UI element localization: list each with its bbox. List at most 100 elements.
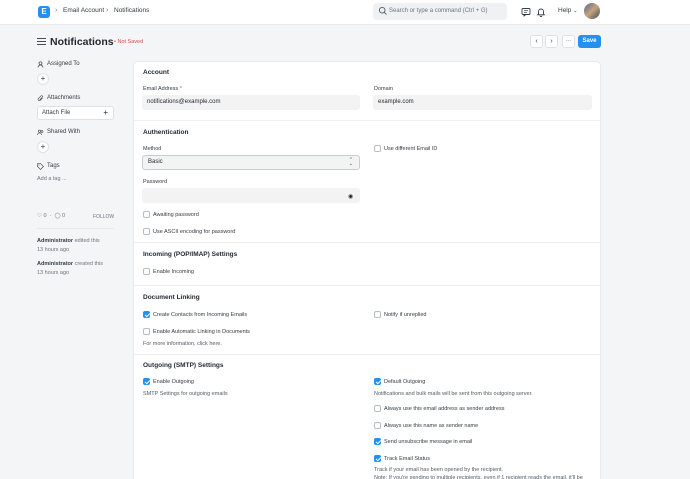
chevron-right-icon: ›	[106, 7, 109, 14]
section-divider	[134, 242, 600, 243]
enable-outgoing-checkbox[interactable]	[143, 378, 150, 385]
add-assignee-button[interactable]: +	[37, 73, 49, 85]
password-field[interactable]	[142, 188, 360, 203]
activity-item: Administrator created this 13 hours ago	[37, 260, 117, 277]
always-email-sender-label: Always use this email address as sender …	[384, 406, 505, 412]
section-divider	[134, 120, 600, 121]
ascii-encoding-checkbox[interactable]	[143, 228, 150, 235]
app-logo[interactable]: E	[38, 6, 50, 18]
chevron-right-icon: ›	[55, 7, 58, 14]
previous-doc-button[interactable]: ‹	[530, 35, 543, 48]
add-share-button[interactable]: +	[37, 141, 49, 153]
create-contacts-checkbox[interactable]	[143, 311, 150, 318]
eye-icon[interactable]: ◉	[348, 193, 353, 200]
domain-value: example.com	[378, 99, 414, 105]
auto-linking-checkbox[interactable]	[143, 328, 150, 335]
domain-field[interactable]: example.com	[373, 95, 592, 110]
chat-icon[interactable]	[520, 6, 532, 18]
enable-incoming-checkbox[interactable]	[143, 268, 150, 275]
search-bar[interactable]: Search or type a command (Ctrl + G)	[373, 3, 507, 20]
heart-icon[interactable]: ♡	[37, 213, 42, 219]
attach-file-label: Attach File	[42, 110, 71, 116]
users-icon	[37, 129, 44, 136]
activity-user[interactable]: Administrator	[37, 261, 73, 267]
email-address-label: Email Address *	[143, 86, 182, 92]
track-email-description: Track if your email has been opened by t…	[374, 467, 504, 473]
always-name-sender-checkbox[interactable]	[374, 422, 381, 429]
bell-icon[interactable]	[535, 6, 547, 18]
chevron-down-icon: ⌄	[573, 8, 578, 14]
doc-stats: ♡ 0 · ◯ 0	[37, 213, 66, 219]
notify-unreplied-label: Notify if unreplied	[384, 312, 427, 318]
activity-time: 13 hours ago	[37, 246, 70, 253]
default-outgoing-checkbox[interactable]	[374, 378, 381, 385]
email-address-value: notifications@example.com	[147, 99, 221, 105]
activity-user[interactable]: Administrator	[37, 238, 73, 244]
search-placeholder: Search or type a command (Ctrl + G)	[389, 8, 488, 14]
status-text: Not Saved	[117, 39, 144, 45]
password-label: Password	[143, 179, 168, 185]
paperclip-icon	[37, 95, 43, 102]
default-outgoing-description: Notifications and bulk mails will be sen…	[374, 391, 533, 397]
more-info-link[interactable]: For more information, click here.	[143, 341, 222, 347]
send-unsubscribe-checkbox[interactable]	[374, 438, 381, 445]
help-label: Help	[558, 7, 572, 14]
required-marker: *	[179, 86, 182, 92]
sidebar-toggle-icon[interactable]	[37, 38, 46, 45]
section-title-authentication: Authentication	[143, 129, 189, 136]
tag-icon	[37, 163, 44, 170]
comment-icon[interactable]: ◯	[54, 213, 60, 219]
always-email-sender-checkbox[interactable]	[374, 405, 381, 412]
follow-button[interactable]: FOLLOW	[93, 214, 114, 220]
top-navbar: E › Email Account › Notifications Search…	[0, 0, 690, 25]
track-email-status-label: Track Email Status	[384, 456, 430, 462]
form-card	[133, 61, 601, 479]
likes-count: 0	[43, 213, 47, 219]
more-actions-button[interactable]: ···	[562, 35, 575, 48]
awaiting-password-label: Awaiting password	[153, 212, 199, 218]
activity-action: edited this	[74, 238, 100, 244]
section-title-account: Account	[143, 69, 169, 76]
section-title-outgoing: Outgoing (SMTP) Settings	[143, 362, 224, 369]
method-value: Basic	[148, 159, 163, 165]
activity-item: Administrator edited this 13 hours ago	[37, 237, 117, 254]
status-badge: • Not Saved	[114, 39, 144, 45]
activity-time: 13 hours ago	[37, 269, 70, 276]
attach-file-button[interactable]: Attach File +	[37, 106, 114, 120]
select-arrows-icon: ⌃ ⌄	[348, 157, 353, 167]
comments-count: 0	[62, 213, 66, 219]
notify-unreplied-checkbox[interactable]	[374, 311, 381, 318]
use-different-email-label: Use different Email ID	[384, 146, 438, 152]
next-doc-button[interactable]: ›	[545, 35, 558, 48]
email-address-label-text: Email Address	[143, 86, 179, 92]
awaiting-password-checkbox[interactable]	[143, 211, 150, 218]
page-title: Notifications	[50, 36, 114, 48]
breadcrumb-notifications[interactable]: Notifications	[114, 7, 149, 14]
user-avatar[interactable]	[584, 3, 600, 19]
breadcrumb-email-account[interactable]: Email Account	[63, 7, 104, 14]
email-address-field[interactable]: notifications@example.com	[142, 95, 360, 110]
attachments-label: Attachments	[47, 95, 81, 101]
enable-incoming-label: Enable Incoming	[153, 269, 194, 275]
plus-icon: +	[103, 108, 108, 117]
track-email-status-checkbox[interactable]	[374, 455, 381, 462]
use-different-email-checkbox[interactable]	[374, 145, 381, 152]
save-button[interactable]: Save	[578, 35, 601, 48]
add-tag-link[interactable]: Add a tag ...	[37, 176, 67, 182]
method-select[interactable]: Basic ⌃ ⌄	[142, 155, 360, 170]
domain-label: Domain	[374, 86, 393, 92]
sidebar-divider	[37, 228, 114, 229]
auto-linking-label: Enable Automatic Linking in Documents	[153, 329, 250, 335]
help-menu[interactable]: Help ⌄	[558, 7, 577, 14]
section-title-document-linking: Document Linking	[143, 294, 200, 301]
search-icon	[378, 6, 387, 15]
always-name-sender-label: Always use this name as sender name	[384, 423, 479, 429]
method-label: Method	[143, 146, 162, 152]
tags-label: Tags	[47, 163, 60, 169]
enable-outgoing-label: Enable Outgoing	[153, 379, 194, 385]
assigned-to-label: Assigned To	[47, 61, 80, 67]
ascii-encoding-label: Use ASCII encoding for password	[153, 229, 236, 235]
send-unsubscribe-label: Send unsubscribe message in email	[384, 439, 473, 445]
section-title-incoming: Incoming (POP/IMAP) Settings	[143, 251, 238, 258]
activity-action: created this	[74, 261, 104, 267]
